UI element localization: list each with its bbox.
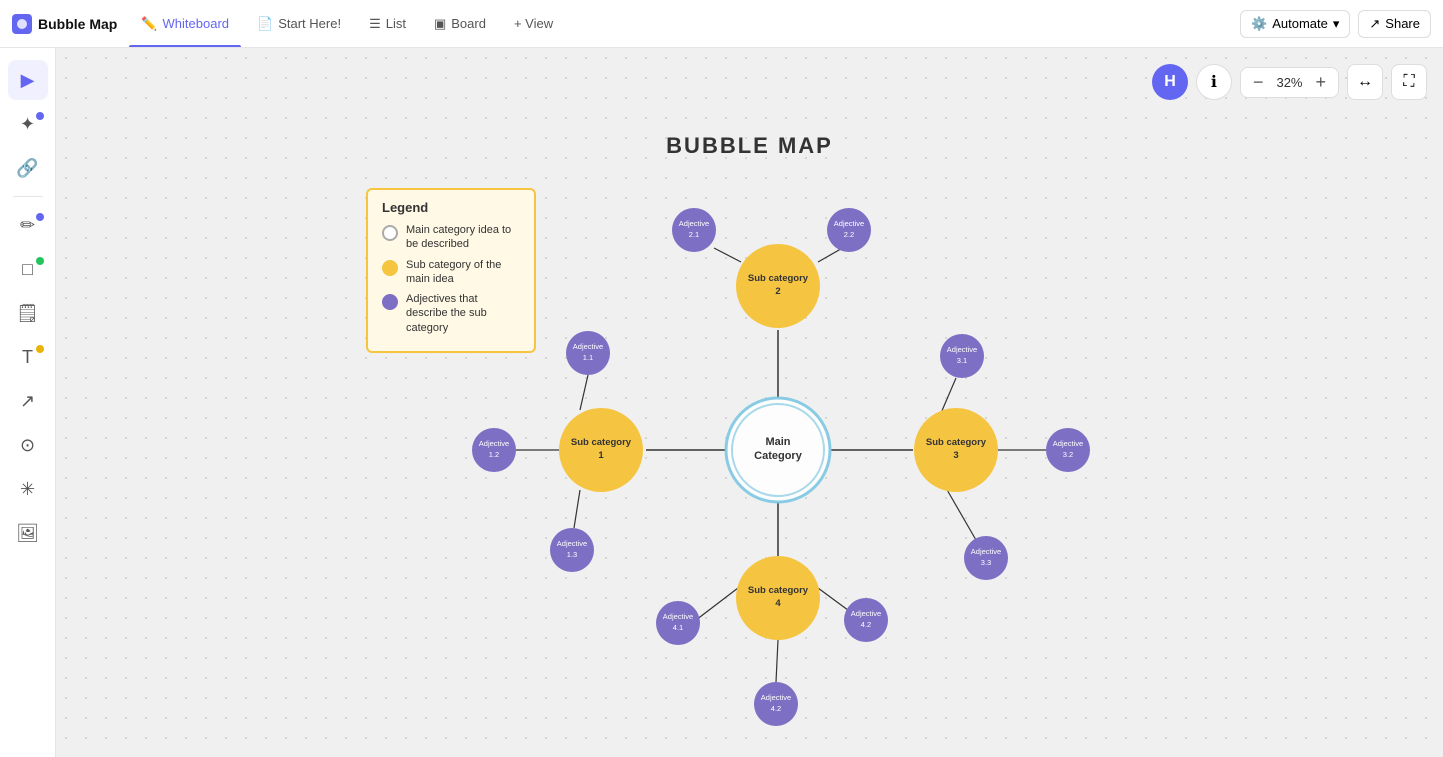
svg-text:2: 2 bbox=[775, 286, 780, 297]
user-avatar: H bbox=[1152, 64, 1188, 100]
info-button[interactable]: ℹ bbox=[1196, 64, 1232, 100]
shape-dot bbox=[36, 257, 44, 265]
nav-right-actions: ⚙️ Automate ▾ ↗ Share bbox=[1240, 10, 1431, 38]
sidebar-tool-link[interactable]: 🔗 bbox=[8, 148, 48, 188]
svg-text:Category: Category bbox=[754, 450, 803, 462]
fit-screen-button[interactable]: ↔ bbox=[1347, 64, 1383, 100]
svg-text:Adjective: Adjective bbox=[947, 345, 977, 354]
pen-dot bbox=[36, 213, 44, 221]
svg-text:1.2: 1.2 bbox=[489, 450, 499, 459]
svg-text:Adjective: Adjective bbox=[761, 693, 791, 702]
zoom-in-button[interactable]: + bbox=[1311, 72, 1330, 93]
svg-text:Adjective: Adjective bbox=[557, 539, 587, 548]
svg-text:Adjective: Adjective bbox=[573, 342, 603, 351]
whiteboard-icon: ✏️ bbox=[141, 16, 157, 32]
tab-whiteboard[interactable]: ✏️ Whiteboard bbox=[129, 10, 241, 38]
svg-text:4.2: 4.2 bbox=[861, 620, 871, 629]
fullscreen-button[interactable]: ⛶ bbox=[1391, 64, 1427, 100]
sidebar-tool-magic[interactable]: ✳ bbox=[8, 469, 48, 509]
main-layout: ▶ ✦ 🔗 ✏ □ 🗒 T ↗ ⊙ ✳ 🖼 H ℹ − bbox=[0, 48, 1443, 757]
sidebar-tool-text[interactable]: T bbox=[8, 337, 48, 377]
svg-text:Adjective: Adjective bbox=[479, 439, 509, 448]
zoom-controls: − 32% + bbox=[1240, 67, 1339, 98]
sidebar-tool-note[interactable]: 🗒 bbox=[8, 293, 48, 333]
sidebar-tool-cursor[interactable]: ▶ bbox=[8, 60, 48, 100]
sidebar-tool-ai[interactable]: ✦ bbox=[8, 104, 48, 144]
app-title: Bubble Map bbox=[38, 16, 117, 32]
logo-icon bbox=[12, 14, 32, 34]
svg-text:Adjective: Adjective bbox=[1053, 439, 1083, 448]
start-here-icon: 📄 bbox=[257, 16, 273, 32]
svg-text:Sub category: Sub category bbox=[571, 437, 632, 448]
bubble-map-svg: Main Category Sub category 1 Sub categor… bbox=[56, 48, 1443, 757]
canvas-area[interactable]: H ℹ − 32% + ↔ ⛶ BUBBLE MAP Legend Main c… bbox=[56, 48, 1443, 757]
svg-text:1: 1 bbox=[598, 450, 604, 461]
automate-icon: ⚙️ bbox=[1251, 16, 1267, 32]
zoom-level: 32% bbox=[1271, 75, 1307, 90]
svg-text:4: 4 bbox=[775, 598, 781, 609]
sidebar-divider-1 bbox=[13, 196, 43, 197]
automate-button[interactable]: ⚙️ Automate ▾ bbox=[1240, 10, 1350, 38]
svg-text:Main: Main bbox=[765, 436, 790, 448]
svg-text:3.3: 3.3 bbox=[981, 558, 991, 567]
zoom-out-button[interactable]: − bbox=[1249, 72, 1268, 93]
svg-text:3.1: 3.1 bbox=[957, 356, 967, 365]
sidebar-tool-shape[interactable]: □ bbox=[8, 249, 48, 289]
svg-text:4.1: 4.1 bbox=[673, 623, 683, 632]
svg-text:Adjective: Adjective bbox=[851, 609, 881, 618]
svg-text:Adjective: Adjective bbox=[663, 612, 693, 621]
canvas-controls: H ℹ − 32% + ↔ ⛶ bbox=[1152, 64, 1427, 100]
svg-text:Sub category: Sub category bbox=[926, 437, 987, 448]
text-dot bbox=[36, 345, 44, 353]
svg-text:2.2: 2.2 bbox=[844, 230, 854, 239]
sidebar-tool-pen[interactable]: ✏ bbox=[8, 205, 48, 245]
svg-text:Sub category: Sub category bbox=[748, 273, 809, 284]
tab-board[interactable]: ▣ Board bbox=[422, 10, 498, 38]
svg-text:Adjective: Adjective bbox=[971, 547, 1001, 556]
svg-text:Sub category: Sub category bbox=[748, 585, 809, 596]
left-sidebar: ▶ ✦ 🔗 ✏ □ 🗒 T ↗ ⊙ ✳ 🖼 bbox=[0, 48, 56, 757]
svg-text:1.1: 1.1 bbox=[583, 353, 593, 362]
tab-list[interactable]: ☰ List bbox=[357, 10, 418, 38]
share-icon: ↗ bbox=[1369, 16, 1380, 32]
svg-text:3: 3 bbox=[953, 450, 958, 461]
ai-dot bbox=[36, 112, 44, 120]
app-logo: Bubble Map bbox=[12, 14, 117, 34]
sidebar-tool-graph[interactable]: ⊙ bbox=[8, 425, 48, 465]
svg-text:3.2: 3.2 bbox=[1063, 450, 1073, 459]
svg-text:Adjective: Adjective bbox=[679, 219, 709, 228]
svg-text:2.1: 2.1 bbox=[689, 230, 699, 239]
tab-add-view[interactable]: + View bbox=[502, 10, 565, 37]
automate-chevron-icon: ▾ bbox=[1333, 16, 1340, 32]
top-navigation: Bubble Map ✏️ Whiteboard 📄 Start Here! ☰… bbox=[0, 0, 1443, 48]
share-button[interactable]: ↗ Share bbox=[1358, 10, 1431, 38]
list-icon: ☰ bbox=[369, 16, 381, 32]
tab-start-here[interactable]: 📄 Start Here! bbox=[245, 10, 353, 38]
board-icon: ▣ bbox=[434, 16, 446, 32]
svg-text:Adjective: Adjective bbox=[834, 219, 864, 228]
sidebar-tool-arrow[interactable]: ↗ bbox=[8, 381, 48, 421]
svg-text:4.2: 4.2 bbox=[771, 704, 781, 713]
sidebar-tool-image[interactable]: 🖼 bbox=[8, 513, 48, 553]
svg-text:1.3: 1.3 bbox=[567, 550, 577, 559]
